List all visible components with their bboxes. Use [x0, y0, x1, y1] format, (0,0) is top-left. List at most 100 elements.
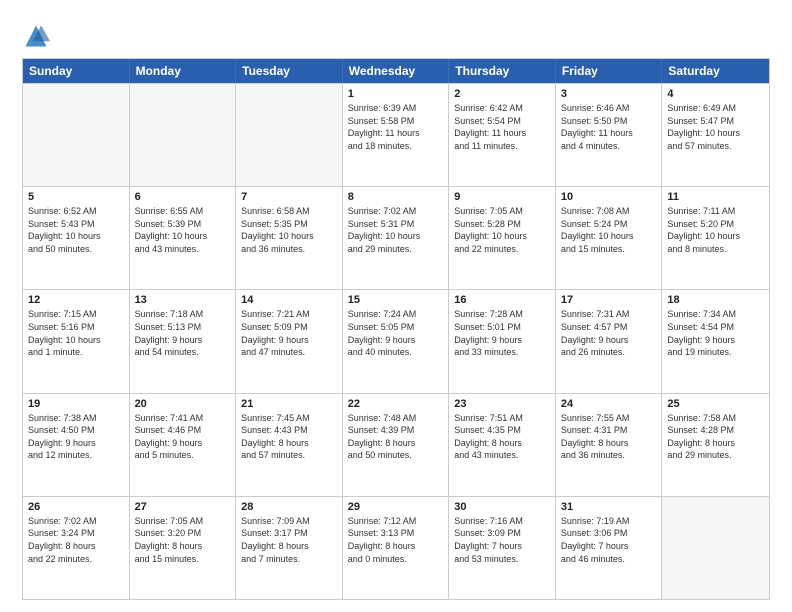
day-number: 24 — [561, 398, 657, 410]
day-number: 11 — [667, 191, 764, 203]
cell-sun-info: Sunrise: 7:15 AM Sunset: 5:16 PM Dayligh… — [28, 308, 124, 358]
calendar-cell: 16Sunrise: 7:28 AM Sunset: 5:01 PM Dayli… — [449, 290, 556, 392]
weekday-header-tuesday: Tuesday — [236, 59, 343, 83]
day-number: 17 — [561, 294, 657, 306]
weekday-header-friday: Friday — [556, 59, 663, 83]
day-number: 18 — [667, 294, 764, 306]
day-number: 26 — [28, 501, 124, 513]
cell-sun-info: Sunrise: 6:39 AM Sunset: 5:58 PM Dayligh… — [348, 102, 444, 152]
day-number: 19 — [28, 398, 124, 410]
cell-sun-info: Sunrise: 7:02 AM Sunset: 3:24 PM Dayligh… — [28, 515, 124, 565]
cell-sun-info: Sunrise: 6:49 AM Sunset: 5:47 PM Dayligh… — [667, 102, 764, 152]
day-number: 2 — [454, 88, 550, 100]
day-number: 1 — [348, 88, 444, 100]
calendar-cell: 14 Sunrise: 7:21 AM Sunset: 5:09 PM Dayli… — [236, 290, 343, 392]
calendar-cell: 13 Sunrise: 7:18 AM Sunset: 5:13 PM Dayli… — [130, 290, 237, 392]
cell-sun-info: Sunrise: 7:48 AM Sunset: 4:39 PM Dayligh… — [348, 412, 444, 462]
day-number: 14 — [241, 294, 337, 306]
calendar-cell: 22 Sunrise: 7:48 AM Sunset: 4:39 PM Dayli… — [343, 394, 450, 496]
cell-sun-info: Sunrise: 7:11 AM Sunset: 5:20 PM Dayligh… — [667, 205, 764, 255]
cell-sun-info: Sunrise: 7:41 AM Sunset: 4:46 PM Dayligh… — [135, 412, 231, 462]
day-number: 7 — [241, 191, 337, 203]
cell-sun-info: Sunrise: 7:08 AM Sunset: 5:24 PM Dayligh… — [561, 205, 657, 255]
page: SundayMondayTuesdayWednesdayThursdayFrid… — [0, 0, 792, 612]
calendar-cell: 9Sunrise: 7:05 AM Sunset: 5:28 PM Daylig… — [449, 187, 556, 289]
calendar-cell: 10 Sunrise: 7:08 AM Sunset: 5:24 PM Dayli… — [556, 187, 663, 289]
cell-sun-info: Sunrise: 7:19 AM Sunset: 3:06 PM Dayligh… — [561, 515, 657, 565]
day-number: 4 — [667, 88, 764, 100]
calendar-cell: 25 Sunrise: 7:58 AM Sunset: 4:28 PM Dayli… — [662, 394, 769, 496]
cell-sun-info: Sunrise: 7:05 AM Sunset: 3:20 PM Dayligh… — [135, 515, 231, 565]
day-number: 31 — [561, 501, 657, 513]
calendar-cell: 29 Sunrise: 7:12 AM Sunset: 3:13 PM Dayli… — [343, 497, 450, 599]
weekday-header-wednesday: Wednesday — [343, 59, 450, 83]
day-number: 13 — [135, 294, 231, 306]
calendar-cell — [130, 84, 237, 186]
cell-sun-info: Sunrise: 7:58 AM Sunset: 4:28 PM Dayligh… — [667, 412, 764, 462]
cell-sun-info: Sunrise: 7:18 AM Sunset: 5:13 PM Dayligh… — [135, 308, 231, 358]
day-number: 28 — [241, 501, 337, 513]
day-number: 27 — [135, 501, 231, 513]
calendar-cell: 3 Sunrise: 6:46 AM Sunset: 5:50 PM Daylig… — [556, 84, 663, 186]
day-number: 3 — [561, 88, 657, 100]
day-number: 29 — [348, 501, 444, 513]
cell-sun-info: Sunrise: 7:02 AM Sunset: 5:31 PM Dayligh… — [348, 205, 444, 255]
cell-sun-info: Sunrise: 7:28 AM Sunset: 5:01 PM Dayligh… — [454, 308, 550, 358]
cell-sun-info: Sunrise: 6:42 AM Sunset: 5:54 PM Dayligh… — [454, 102, 550, 152]
day-number: 8 — [348, 191, 444, 203]
calendar-header: SundayMondayTuesdayWednesdayThursdayFrid… — [23, 59, 769, 83]
calendar-row-5: 26 Sunrise: 7:02 AM Sunset: 3:24 PM Dayli… — [23, 496, 769, 599]
day-number: 23 — [454, 398, 550, 410]
day-number: 20 — [135, 398, 231, 410]
calendar-cell: 19 Sunrise: 7:38 AM Sunset: 4:50 PM Dayli… — [23, 394, 130, 496]
day-number: 15 — [348, 294, 444, 306]
weekday-header-saturday: Saturday — [662, 59, 769, 83]
calendar-row-1: 1 Sunrise: 6:39 AM Sunset: 5:58 PM Daylig… — [23, 83, 769, 186]
calendar-cell: 4 Sunrise: 6:49 AM Sunset: 5:47 PM Daylig… — [662, 84, 769, 186]
calendar-cell: 28 Sunrise: 7:09 AM Sunset: 3:17 PM Dayli… — [236, 497, 343, 599]
day-number: 21 — [241, 398, 337, 410]
day-number: 22 — [348, 398, 444, 410]
calendar-cell — [23, 84, 130, 186]
calendar-cell: 20 Sunrise: 7:41 AM Sunset: 4:46 PM Dayli… — [130, 394, 237, 496]
cell-sun-info: Sunrise: 7:38 AM Sunset: 4:50 PM Dayligh… — [28, 412, 124, 462]
cell-sun-info: Sunrise: 7:34 AM Sunset: 4:54 PM Dayligh… — [667, 308, 764, 358]
cell-sun-info: Sunrise: 7:51 AM Sunset: 4:35 PM Dayligh… — [454, 412, 550, 462]
logo-icon — [22, 22, 50, 50]
calendar-cell — [662, 497, 769, 599]
cell-sun-info: Sunrise: 7:55 AM Sunset: 4:31 PM Dayligh… — [561, 412, 657, 462]
cell-sun-info: Sunrise: 7:24 AM Sunset: 5:05 PM Dayligh… — [348, 308, 444, 358]
calendar-row-4: 19 Sunrise: 7:38 AM Sunset: 4:50 PM Dayli… — [23, 393, 769, 496]
cell-sun-info: Sunrise: 7:31 AM Sunset: 4:57 PM Dayligh… — [561, 308, 657, 358]
calendar-cell: 27 Sunrise: 7:05 AM Sunset: 3:20 PM Dayli… — [130, 497, 237, 599]
calendar-body: 1 Sunrise: 6:39 AM Sunset: 5:58 PM Daylig… — [23, 83, 769, 599]
weekday-header-monday: Monday — [130, 59, 237, 83]
calendar-cell: 8 Sunrise: 7:02 AM Sunset: 5:31 PM Daylig… — [343, 187, 450, 289]
cell-sun-info: Sunrise: 6:46 AM Sunset: 5:50 PM Dayligh… — [561, 102, 657, 152]
day-number: 25 — [667, 398, 764, 410]
calendar-cell: 26 Sunrise: 7:02 AM Sunset: 3:24 PM Dayli… — [23, 497, 130, 599]
cell-sun-info: Sunrise: 6:58 AM Sunset: 5:35 PM Dayligh… — [241, 205, 337, 255]
day-number: 12 — [28, 294, 124, 306]
day-number: 5 — [28, 191, 124, 203]
calendar-cell: 31 Sunrise: 7:19 AM Sunset: 3:06 PM Dayli… — [556, 497, 663, 599]
calendar-cell: 1 Sunrise: 6:39 AM Sunset: 5:58 PM Daylig… — [343, 84, 450, 186]
cell-sun-info: Sunrise: 7:21 AM Sunset: 5:09 PM Dayligh… — [241, 308, 337, 358]
calendar-row-3: 12 Sunrise: 7:15 AM Sunset: 5:16 PM Dayli… — [23, 289, 769, 392]
calendar-cell: 30Sunrise: 7:16 AM Sunset: 3:09 PM Dayli… — [449, 497, 556, 599]
calendar: SundayMondayTuesdayWednesdayThursdayFrid… — [22, 58, 770, 600]
weekday-header-thursday: Thursday — [449, 59, 556, 83]
cell-sun-info: Sunrise: 7:45 AM Sunset: 4:43 PM Dayligh… — [241, 412, 337, 462]
day-number: 10 — [561, 191, 657, 203]
calendar-cell: 23 Sunrise: 7:51 AM Sunset: 4:35 PM Dayli… — [449, 394, 556, 496]
calendar-cell: 5Sunrise: 6:52 AM Sunset: 5:43 PM Daylig… — [23, 187, 130, 289]
day-number: 9 — [454, 191, 550, 203]
cell-sun-info: Sunrise: 7:09 AM Sunset: 3:17 PM Dayligh… — [241, 515, 337, 565]
calendar-cell — [236, 84, 343, 186]
calendar-cell: 2 Sunrise: 6:42 AM Sunset: 5:54 PM Daylig… — [449, 84, 556, 186]
calendar-cell: 17 Sunrise: 7:31 AM Sunset: 4:57 PM Dayli… — [556, 290, 663, 392]
logo — [22, 22, 54, 50]
cell-sun-info: Sunrise: 7:12 AM Sunset: 3:13 PM Dayligh… — [348, 515, 444, 565]
weekday-header-sunday: Sunday — [23, 59, 130, 83]
calendar-cell: 11 Sunrise: 7:11 AM Sunset: 5:20 PM Dayli… — [662, 187, 769, 289]
